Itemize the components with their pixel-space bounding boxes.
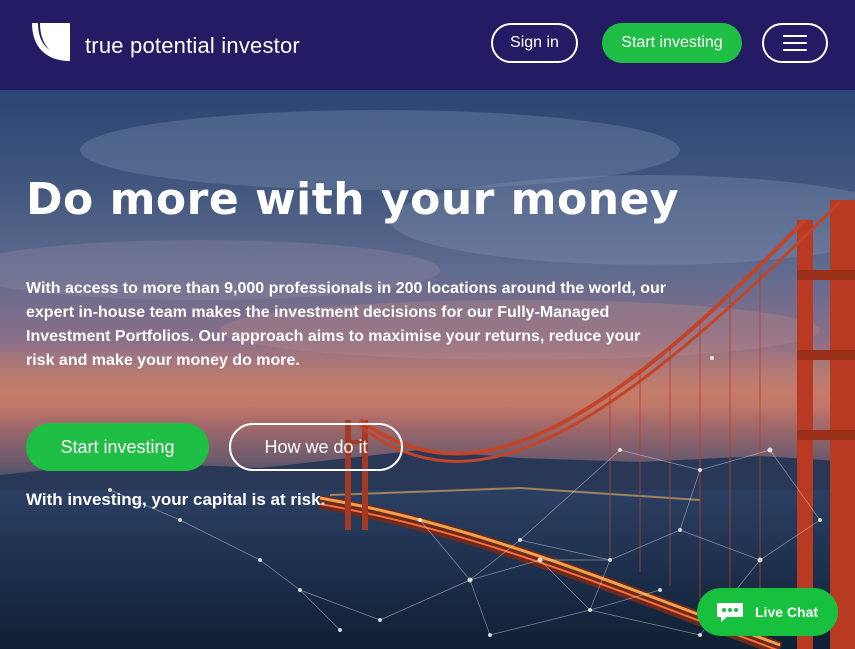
true-potential-logo[interactable] bbox=[26, 23, 70, 67]
menu-bar bbox=[783, 35, 807, 37]
brand-name[interactable]: true potential investor bbox=[85, 33, 300, 59]
menu-bar bbox=[783, 42, 807, 44]
live-chat-label: Live Chat bbox=[755, 604, 819, 620]
menu-bar bbox=[783, 49, 807, 51]
sign-in-button[interactable]: Sign in bbox=[491, 23, 578, 63]
chat-bubble-icon bbox=[717, 603, 743, 622]
live-chat-button[interactable]: Live Chat bbox=[697, 588, 838, 636]
hamburger-menu-button[interactable] bbox=[762, 23, 828, 63]
hero-section: Do more with your money With access to m… bbox=[0, 90, 855, 649]
top-navigation-bar: true potential investor Sign in Start in… bbox=[0, 0, 855, 90]
start-investing-hero-button[interactable]: Start investing bbox=[26, 423, 209, 471]
start-investing-header-button[interactable]: Start investing bbox=[602, 23, 742, 63]
hero-intro-text: With access to more than 9,000 professio… bbox=[26, 280, 667, 369]
capital-risk-notice: With investing, your capital is at risk. bbox=[26, 490, 326, 509]
how-we-do-it-button[interactable]: How we do it bbox=[229, 423, 403, 471]
hero-title: Do more with your money bbox=[26, 174, 680, 225]
